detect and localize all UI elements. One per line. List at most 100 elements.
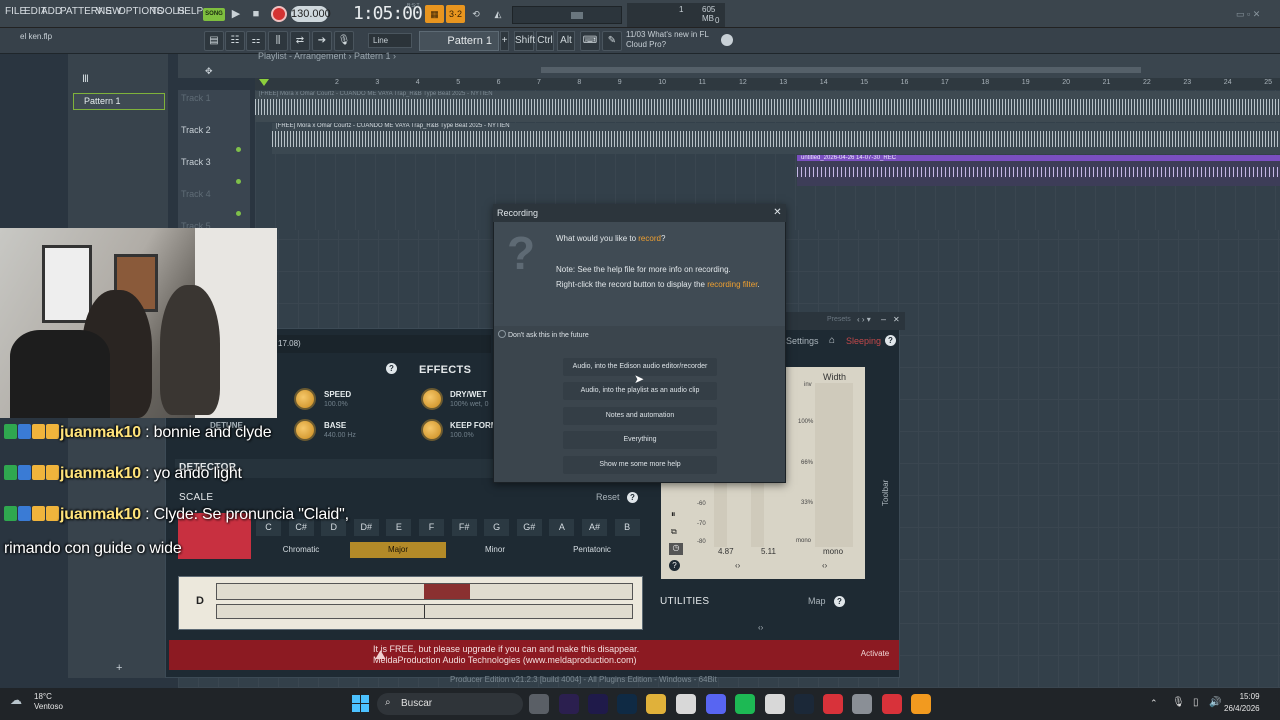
microphone-tray-icon[interactable]: 🎙 <box>1172 697 1185 708</box>
pitch-bar-top[interactable] <box>216 583 633 600</box>
shift-key-button[interactable]: Shift <box>514 31 535 51</box>
settings-label[interactable]: Settings <box>786 336 819 346</box>
recorded-clip[interactable]: untitled_2026-04-26 14-07-30_REC <box>797 155 1280 186</box>
timeline-ruler[interactable] <box>255 78 1280 90</box>
minimize-icon[interactable]: – <box>881 314 886 324</box>
plugin-picker-icon[interactable]: ⇄ <box>290 31 310 51</box>
mixer-icon[interactable]: ⫼ <box>268 31 288 51</box>
discord-icon[interactable] <box>706 694 726 714</box>
piano-roll-icon[interactable]: ☷ <box>225 31 245 51</box>
note-button-a[interactable]: A <box>549 519 575 536</box>
expand-icon[interactable]: ‹› <box>822 561 827 570</box>
audio-clip-1[interactable]: [FREE] Mora x Omar Courtz - CUANDO ME VA… <box>255 91 1280 122</box>
option-more-help[interactable]: Show me some more help <box>563 456 717 474</box>
clipboard-icon[interactable]: ⧉ <box>671 527 677 537</box>
sleeping-label[interactable]: Sleeping <box>846 336 881 346</box>
expand-icon[interactable]: ‹› <box>735 561 740 570</box>
track-3-mute-led[interactable] <box>236 179 241 184</box>
plugin-window-titlebar[interactable]: Presets ‹ › ▾ – ✕ <box>785 312 905 330</box>
countdown-icon[interactable]: 3·2 <box>446 5 465 23</box>
steam-icon[interactable] <box>794 694 814 714</box>
after-effects-icon[interactable] <box>559 694 579 714</box>
window-controls[interactable]: ▭ ▫ ✕ <box>1236 9 1260 20</box>
presets-label[interactable]: Presets <box>827 316 851 323</box>
app-red-icon[interactable] <box>823 694 843 714</box>
menu-file[interactable]: FILE <box>5 6 26 17</box>
activate-button[interactable]: Activate <box>856 645 894 663</box>
utilities-header[interactable]: UTILITIES Map ? <box>652 591 872 613</box>
add-icon[interactable]: + <box>116 662 122 674</box>
scale-button-major[interactable]: Major <box>350 542 446 558</box>
option-notes-automation[interactable]: Notes and automation <box>563 407 717 425</box>
preset-nav-icon[interactable]: ‹ › ▾ <box>857 315 871 324</box>
scale-button-pentatonic[interactable]: Pentatonic <box>544 542 640 558</box>
map-button[interactable]: Map <box>808 596 826 606</box>
premiere-icon[interactable] <box>588 694 608 714</box>
help-icon[interactable]: ? <box>885 335 896 346</box>
base-knob[interactable] <box>294 419 316 441</box>
loop-record-icon[interactable]: ⟲ <box>468 5 484 23</box>
speed-knob[interactable] <box>294 388 316 410</box>
scale-button-chromatic[interactable]: Chromatic <box>253 542 349 558</box>
microphone-icon[interactable]: 🎙 <box>334 31 354 51</box>
fl-studio-icon[interactable] <box>911 694 931 714</box>
dont-ask-checkbox[interactable]: Don't ask this in the future <box>498 330 589 339</box>
arrow-right-icon[interactable]: ➔ <box>312 31 332 51</box>
master-volume-slider[interactable] <box>512 6 622 24</box>
settings-icon[interactable] <box>852 694 872 714</box>
photoshop-icon[interactable] <box>617 694 637 714</box>
add-pattern-button[interactable]: + <box>500 31 509 51</box>
metronome-icon[interactable]: ◭ <box>490 5 506 23</box>
pitch-bar-bottom[interactable] <box>216 604 633 619</box>
track-4-mute-led[interactable] <box>236 211 241 216</box>
menu-help[interactable]: HELP <box>177 6 203 17</box>
app-red-icon[interactable] <box>882 694 902 714</box>
help-icon[interactable]: ? <box>627 492 638 503</box>
typing-keyboard-icon[interactable]: ⌨ <box>580 31 600 51</box>
note-button-fsharp[interactable]: F# <box>451 519 477 536</box>
pattern-mode-icon[interactable]: ▦ <box>425 5 444 23</box>
toolbar-side-label[interactable]: Toolbar <box>881 480 890 506</box>
expand-icon[interactable]: ‹› <box>758 623 763 632</box>
track-2-mute-led[interactable] <box>236 147 241 152</box>
weather-widget[interactable]: ☁ 18°C Ventoso <box>10 692 63 712</box>
track-label-1[interactable]: Track 1 <box>181 93 211 103</box>
play-icon[interactable]: ▶ <box>228 5 244 23</box>
volume-icon[interactable]: 🔊 <box>1209 697 1221 708</box>
tray-chevron-icon[interactable]: ⌃ <box>1150 698 1158 709</box>
option-everything[interactable]: Everything <box>563 431 717 449</box>
tempo-display[interactable]: 130.000 <box>291 6 331 22</box>
snap-selector[interactable]: Line <box>368 33 412 48</box>
stop-icon[interactable]: ■ <box>248 5 264 23</box>
home-icon[interactable]: ⌂ <box>829 335 835 346</box>
playlist-scrollbar[interactable] <box>541 67 1141 73</box>
track-label-4[interactable]: Track 4 <box>181 189 211 199</box>
record-button[interactable] <box>271 6 287 22</box>
picker-icon[interactable]: Ⅲ <box>82 74 89 85</box>
taskbar-search[interactable]: Buscar <box>377 693 523 715</box>
chrome-icon[interactable] <box>676 694 696 714</box>
drywet-knob[interactable] <box>421 388 443 410</box>
help-icon[interactable]: ? <box>386 363 397 374</box>
note-button-f[interactable]: F <box>419 519 444 536</box>
spotify-icon[interactable] <box>735 694 755 714</box>
tool-icon[interactable]: ✎ <box>602 31 622 51</box>
history-icon[interactable]: ◷ <box>669 543 683 555</box>
reset-button[interactable]: Reset <box>596 492 620 502</box>
track-label-3[interactable]: Track 3 <box>181 157 211 167</box>
menu-add[interactable]: ADD <box>41 6 62 17</box>
audio-clip-2[interactable]: [FREE] Mora x Omar Courtz - CUANDO ME VA… <box>272 123 1280 154</box>
channel-rack-icon[interactable]: ⚏ <box>246 31 266 51</box>
note-button-g[interactable]: G <box>484 519 510 536</box>
pattern-selector[interactable]: Pattern 1 <box>419 31 499 51</box>
song-mode-toggle[interactable]: SONG <box>203 8 225 21</box>
copilot-icon[interactable] <box>529 694 549 714</box>
note-button-e[interactable]: E <box>386 519 412 536</box>
news-panel[interactable]: 11/03 What's new in FL Cloud Pro? <box>626 30 709 50</box>
checkbox-icon[interactable] <box>498 330 506 338</box>
pitch-range-display[interactable]: D <box>178 576 643 630</box>
note-button-gsharp[interactable]: G# <box>516 519 542 536</box>
chrome-profile-icon[interactable] <box>765 694 785 714</box>
online-icon[interactable] <box>721 34 733 46</box>
alt-key-button[interactable]: Alt <box>557 31 575 51</box>
